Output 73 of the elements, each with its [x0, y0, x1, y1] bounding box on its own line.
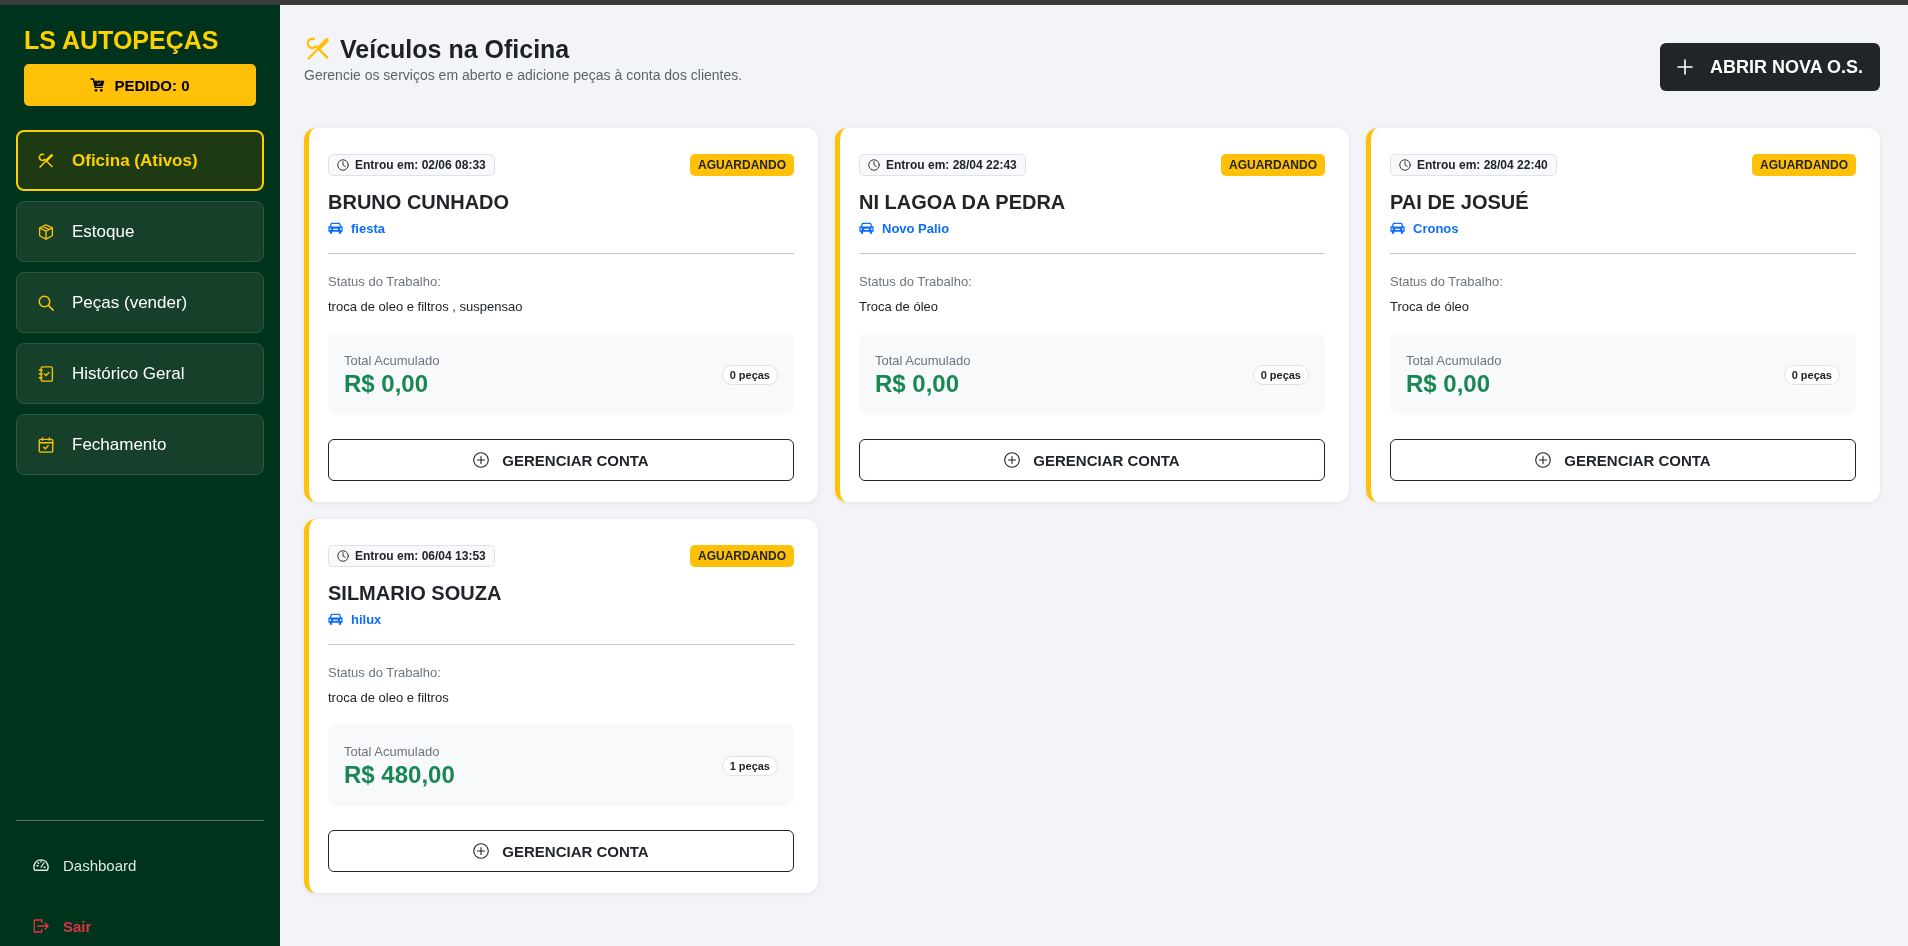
total-amount: R$ 0,00 — [875, 370, 961, 398]
plus-circle-icon — [1535, 452, 1552, 468]
plus-icon — [1677, 59, 1693, 75]
car-icon — [328, 613, 343, 625]
clock-icon — [868, 159, 880, 171]
parts-count: 1 peças — [721, 756, 778, 776]
clock-icon — [337, 550, 349, 562]
tools-icon — [37, 151, 55, 170]
manage-account-button[interactable]: GERENCIAR CONTA — [1390, 439, 1856, 481]
page-subtitle: Gerencie os serviços em aberto e adicione peças à conta dos clientes. — [304, 66, 743, 84]
total-label: Total Acumulado — [344, 352, 440, 370]
status-badge: AGUARDANDO — [1752, 154, 1856, 176]
order-button[interactable]: PEDIDO: 0 — [24, 64, 256, 106]
tools-icon — [304, 35, 332, 63]
total-label: Total Acumulado — [1406, 352, 1502, 370]
vehicle-model: fiesta — [351, 220, 385, 236]
sidebar-link[interactable]: Dashboard — [16, 845, 264, 885]
total-label: Total Acumulado — [344, 743, 441, 761]
work-description: troca de oleo e filtros — [328, 689, 450, 707]
vehicle-model: Novo Palio — [882, 220, 950, 236]
status-badge: AGUARDANDO — [690, 545, 794, 567]
customer-name: PAI DE JOSUÉ — [1390, 190, 1530, 214]
search-icon — [37, 293, 55, 312]
entry-time-text: Entrou em: 06/04 13:53 — [355, 549, 486, 563]
car-icon — [328, 222, 343, 234]
clock-icon — [337, 159, 349, 171]
cart-icon — [90, 77, 107, 93]
new-order-button[interactable]: ABRIR NOVA O.S. — [1660, 43, 1880, 91]
sidebar-item[interactable]: Estoque — [16, 201, 264, 262]
calendar-check-icon — [37, 435, 55, 454]
status-badge: AGUARDANDO — [690, 154, 794, 176]
customer-name: SILMARIO SOUZA — [328, 581, 503, 605]
plus-circle-icon — [473, 843, 490, 859]
entry-time-text: Entrou em: 28/04 22:40 — [1417, 158, 1548, 172]
parts-count: 0 peças — [1252, 365, 1309, 385]
parts-count: 0 peças — [721, 365, 778, 385]
work-description: Troca de óleo — [859, 298, 939, 316]
sidebar-item[interactable]: Fechamento — [16, 414, 264, 475]
total-amount: R$ 0,00 — [1406, 370, 1492, 398]
work-status-label: Status do Trabalho: — [328, 664, 442, 682]
sidebar-item[interactable]: Histórico Geral — [16, 343, 264, 404]
vehicle-model: hilux — [351, 611, 382, 627]
speedometer-icon — [32, 856, 50, 874]
entry-time-text: Entrou em: 28/04 22:43 — [886, 158, 1017, 172]
car-icon — [1390, 222, 1405, 234]
page-title: Veículos na Oficina — [340, 34, 570, 64]
parts-count: 0 peças — [1783, 365, 1840, 385]
status-badge: AGUARDANDO — [1221, 154, 1325, 176]
entry-time-text: Entrou em: 02/06 08:33 — [355, 158, 486, 172]
manage-account-button[interactable]: GERENCIAR CONTA — [328, 439, 794, 481]
work-status-label: Status do Trabalho: — [859, 273, 973, 291]
logout-icon — [32, 917, 50, 935]
manage-account-button[interactable]: GERENCIAR CONTA — [328, 830, 794, 872]
checklist-icon — [37, 364, 55, 383]
box-icon — [37, 222, 55, 241]
vehicle-model: Cronos — [1413, 220, 1459, 236]
car-icon — [859, 222, 874, 234]
sidebar-item[interactable]: Oficina (Ativos) — [16, 130, 264, 191]
customer-name: NI LAGOA DA PEDRA — [859, 190, 1067, 214]
work-description: troca de oleo e filtros , suspensao — [328, 298, 524, 316]
manage-account-button[interactable]: GERENCIAR CONTA — [859, 439, 1325, 481]
total-amount: R$ 480,00 — [344, 761, 455, 789]
brand-logo: LS AUTOPEÇAS — [24, 25, 220, 56]
total-label: Total Acumulado — [875, 352, 971, 370]
total-amount: R$ 0,00 — [344, 370, 430, 398]
plus-circle-icon — [1004, 452, 1021, 468]
work-status-label: Status do Trabalho: — [328, 273, 442, 291]
customer-name: BRUNO CUNHADO — [328, 190, 511, 214]
work-status-label: Status do Trabalho: — [1390, 273, 1504, 291]
work-description: Troca de óleo — [1390, 298, 1470, 316]
sidebar-item[interactable]: Peças (vender) — [16, 272, 264, 333]
plus-circle-icon — [473, 452, 490, 468]
clock-icon — [1399, 159, 1411, 171]
